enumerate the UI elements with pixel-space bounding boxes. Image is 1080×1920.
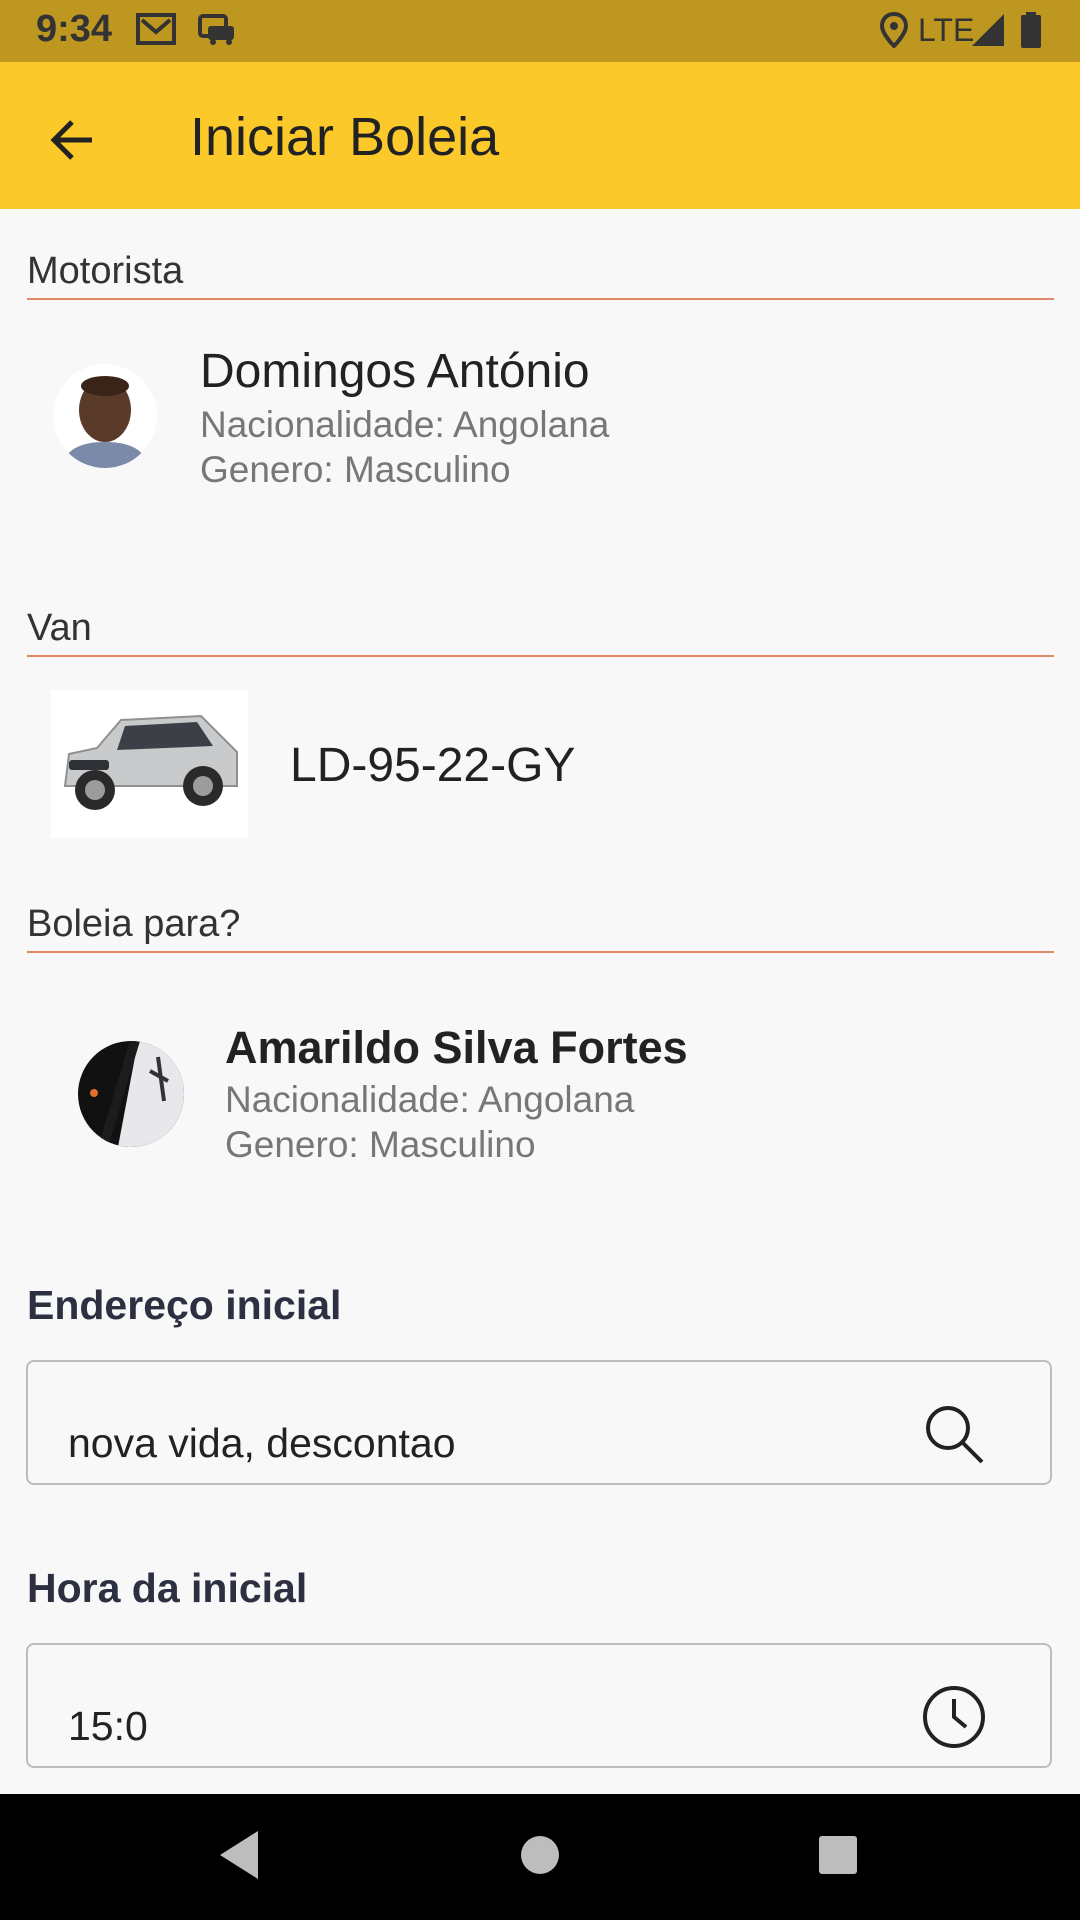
nav-back-icon[interactable] (214, 1827, 264, 1883)
car-notification-icon (198, 14, 234, 45)
location-icon (880, 12, 908, 48)
driver-name: Domingos António (200, 345, 590, 398)
driver-divider (27, 298, 1054, 300)
driver-avatar (53, 364, 157, 468)
van-image (51, 690, 248, 838)
rider-section-label: Boleia para? (27, 903, 241, 945)
van-section-label: Van (27, 607, 92, 649)
signal-icon (972, 14, 1004, 46)
network-type: LTE (918, 12, 975, 48)
rider-nationality: Nacionalidade: Angolana (225, 1079, 635, 1120)
search-icon[interactable] (922, 1402, 986, 1466)
rider-divider (27, 951, 1054, 953)
arrow-back-icon[interactable] (44, 110, 104, 170)
clock-icon[interactable] (922, 1685, 986, 1749)
start-address-heading: Endereço inicial (27, 1282, 342, 1328)
system-nav-bar (0, 1794, 1080, 1920)
start-time-field[interactable]: 15:0 (26, 1643, 1052, 1768)
rider-gender: Genero: Masculino (225, 1124, 536, 1165)
nav-recents-icon[interactable] (816, 1827, 860, 1883)
rider-name: Amarildo Silva Fortes (225, 1022, 688, 1073)
rider-avatar (78, 1041, 184, 1147)
driver-section-label: Motorista (27, 250, 184, 292)
start-address-field[interactable]: nova vida, descontao (26, 1360, 1052, 1485)
start-time-heading: Hora da inicial (27, 1565, 308, 1611)
gmail-icon (136, 13, 176, 45)
start-time-value[interactable]: 15:0 (68, 1703, 148, 1750)
status-time: 9:34 (36, 8, 113, 50)
page-title: Iniciar Boleia (190, 107, 500, 167)
van-plate: LD-95-22-GY (290, 739, 576, 792)
driver-gender: Genero: Masculino (200, 449, 511, 490)
app-bar: Iniciar Boleia (0, 62, 1080, 209)
van-divider (27, 655, 1054, 657)
driver-nationality: Nacionalidade: Angolana (200, 404, 610, 445)
start-address-value[interactable]: nova vida, descontao (68, 1420, 456, 1467)
battery-icon (1021, 12, 1041, 48)
status-bar: 9:34 LTE (0, 0, 1080, 62)
nav-home-icon[interactable] (518, 1827, 562, 1883)
